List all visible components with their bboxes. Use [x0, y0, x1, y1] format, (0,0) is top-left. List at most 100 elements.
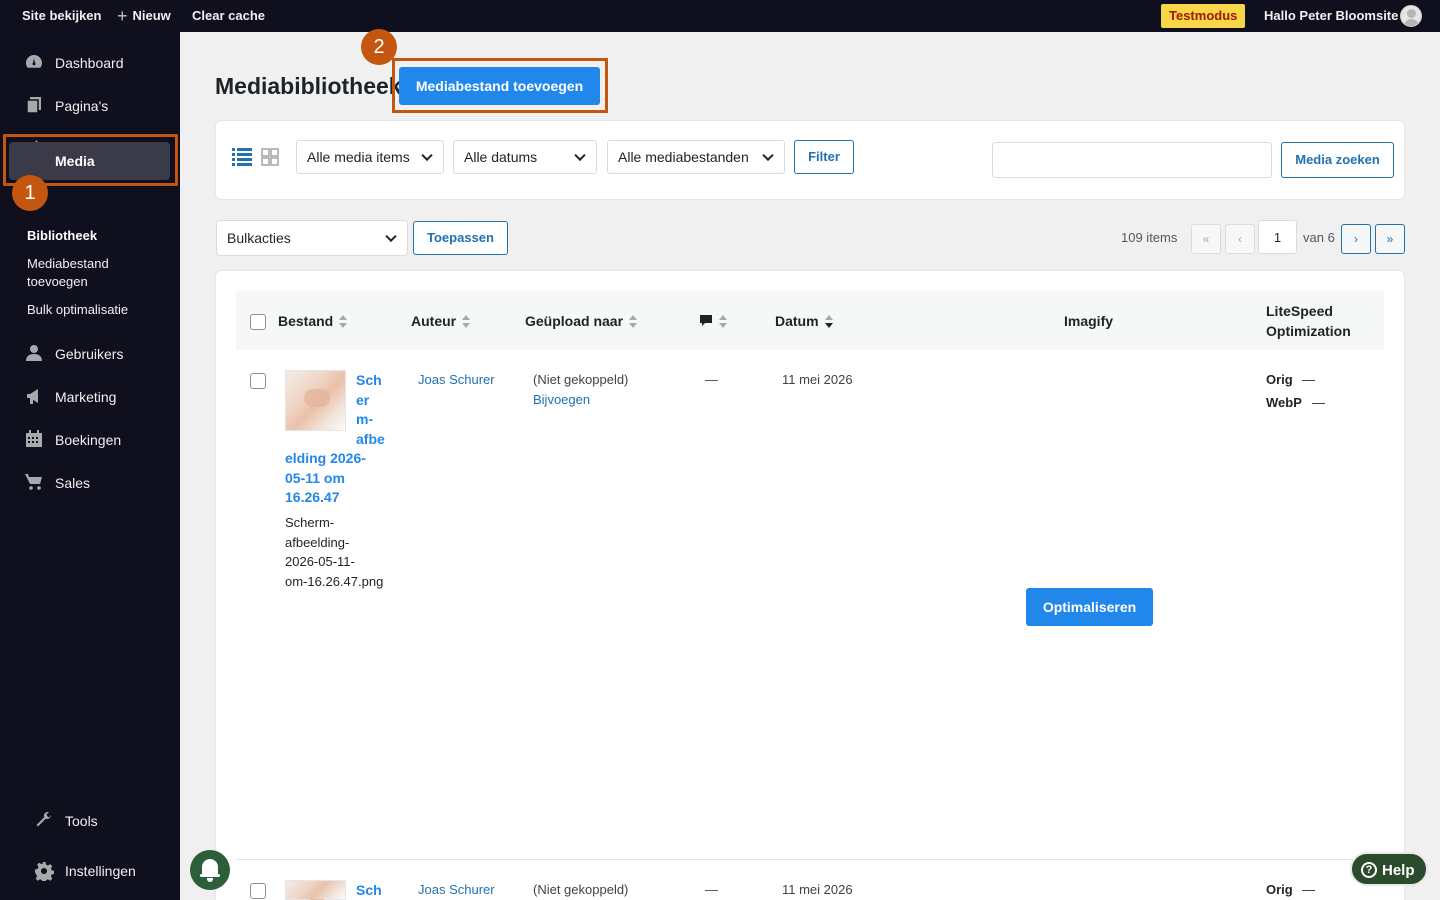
column-comments[interactable]	[699, 311, 727, 331]
column-file-label: Bestand	[278, 313, 334, 329]
new-menu[interactable]: + Nieuw	[117, 0, 171, 32]
row-divider	[236, 859, 1384, 860]
submenu-library[interactable]: Bibliotheek	[27, 227, 97, 245]
sidebar-item-label: Tools	[65, 813, 98, 829]
testmode-badge[interactable]: Testmodus	[1161, 4, 1246, 28]
apply-button[interactable]: Toepassen	[413, 221, 508, 255]
sidebar-item-label: Sales	[55, 475, 91, 491]
date-value: Alle datums	[464, 149, 538, 165]
litespeed-webp-label: WebP	[1266, 395, 1302, 410]
next-page-button[interactable]: ›	[1341, 224, 1371, 254]
column-author[interactable]: Auteur	[411, 311, 471, 331]
submenu-add-new-line1: Mediabestand	[27, 256, 109, 271]
wrench-icon	[34, 811, 54, 831]
column-date[interactable]: Datum	[775, 311, 833, 331]
sort-icon	[462, 315, 471, 329]
help-button[interactable]: ? Help	[1350, 852, 1428, 886]
select-all-checkbox[interactable]	[250, 314, 266, 330]
title-line: afbe	[356, 430, 385, 447]
filename-line: afbeelding-	[285, 534, 350, 550]
step2-badge: 2	[361, 29, 397, 65]
media-title-link[interactable]: Sch	[356, 881, 382, 900]
admin-bar: Site bekijken + Nieuw Clear cache Testmod…	[0, 0, 1440, 32]
avatar[interactable]	[1400, 5, 1422, 27]
media-title-link[interactable]: Sch er m- afbe	[356, 371, 385, 449]
sidebar-item-users[interactable]: Gebruikers	[0, 336, 180, 372]
add-media-button[interactable]: Mediabestand toevoegen	[399, 67, 600, 105]
title-line: er	[356, 391, 370, 408]
sidebar-item-dashboard[interactable]: Dashboard	[0, 45, 180, 81]
title-line: m-	[356, 411, 374, 427]
comment-count: —	[705, 882, 718, 897]
account-greeting[interactable]: Hallo Peter Bloomsite	[1264, 0, 1398, 32]
sidebar-item-marketing[interactable]: Marketing	[0, 379, 180, 415]
question-icon: ?	[1361, 862, 1377, 878]
first-page-button: «	[1191, 224, 1221, 254]
plus-icon: +	[117, 6, 128, 26]
column-imagify: Imagify	[1064, 313, 1114, 329]
attach-link[interactable]: Bijvoegen	[533, 390, 590, 410]
list-view-icon[interactable]	[232, 148, 252, 171]
total-pages: van 6	[1303, 230, 1335, 245]
submenu-bulk-optimization[interactable]: Bulk optimalisatie	[27, 301, 128, 319]
bulk-actions-select[interactable]: Bulkacties	[216, 220, 408, 256]
sidebar-item-label: Marketing	[55, 389, 117, 405]
calendar-icon	[24, 430, 44, 450]
media-search-button[interactable]: Media zoeken	[1281, 142, 1394, 178]
media-thumbnail[interactable]	[285, 880, 346, 900]
media-type-value: Alle media items	[307, 149, 410, 165]
sidebar-item-sales[interactable]: Sales	[0, 465, 180, 501]
last-page-button[interactable]: »	[1375, 224, 1405, 254]
sort-icon	[629, 315, 638, 329]
media-files-value: Alle mediabestanden	[618, 149, 749, 165]
column-uploaded-to[interactable]: Geüpload naar	[525, 311, 638, 331]
date-select[interactable]: Alle datums	[453, 140, 597, 174]
row-checkbox[interactable]	[250, 373, 266, 389]
view-site-link[interactable]: Site bekijken	[22, 0, 101, 32]
title-line: Sch	[356, 372, 382, 388]
sidebar-item-tools[interactable]: Tools	[0, 803, 180, 839]
sidebar-item-pages[interactable]: Pagina's	[0, 88, 180, 124]
prev-page-button: ‹	[1225, 224, 1255, 254]
sidebar-item-bookings[interactable]: Boekingen	[0, 422, 180, 458]
chevron-down-icon	[385, 230, 397, 243]
sort-desc-icon	[824, 315, 833, 329]
sort-icon	[339, 315, 348, 329]
media-files-select[interactable]: Alle mediabestanden	[607, 140, 785, 174]
sidebar-item-settings[interactable]: Instellingen	[0, 853, 180, 889]
notification-bell-button[interactable]	[190, 850, 230, 890]
column-file[interactable]: Bestand	[278, 311, 348, 331]
bulk-actions-value: Bulkacties	[227, 230, 291, 246]
sidebar-item-label: Pagina's	[55, 98, 109, 114]
litespeed-orig-label: Orig	[1266, 372, 1293, 387]
litespeed-orig-value: —	[1302, 882, 1315, 897]
media-type-select[interactable]: Alle media items	[296, 140, 444, 174]
litespeed-orig-value: —	[1302, 372, 1315, 387]
filename-line: Scherm-	[285, 515, 335, 530]
media-thumbnail[interactable]	[285, 370, 346, 431]
optimize-button[interactable]: Optimaliseren	[1026, 588, 1153, 626]
sidebar-item-label: Media	[55, 153, 95, 169]
comment-count: —	[705, 372, 718, 387]
row-checkbox[interactable]	[250, 883, 266, 899]
media-filename: Scherm- afbeelding- 2026-05-11- om-16.26…	[285, 513, 395, 591]
comment-icon	[700, 315, 712, 326]
new-label: Nieuw	[132, 8, 171, 23]
sort-icon	[719, 315, 727, 329]
media-title-link-cont[interactable]: elding 2026- 05-11 om 16.26.47	[285, 449, 366, 508]
media-search-input[interactable]	[992, 142, 1272, 178]
submenu-add-new[interactable]: Mediabestand toevoegen	[27, 255, 109, 291]
attached-status: (Niet gekoppeld)	[533, 882, 629, 897]
column-litespeed: LiteSpeed Optimization	[1266, 301, 1351, 341]
grid-view-icon[interactable]	[261, 148, 279, 171]
sidebar-item-label: Gebruikers	[55, 346, 124, 362]
clear-cache-link[interactable]: Clear cache	[192, 0, 265, 32]
current-page-input[interactable]	[1258, 220, 1297, 254]
chevron-down-icon	[421, 149, 433, 162]
filter-button[interactable]: Filter	[794, 140, 854, 174]
filename-line: 2026-05-11-	[285, 554, 355, 569]
column-author-label: Auteur	[411, 313, 457, 329]
sidebar-item-label: Instellingen	[65, 863, 136, 879]
author-link[interactable]: Joas Schurer	[418, 370, 495, 390]
author-link[interactable]: Joas Schurer	[418, 880, 495, 900]
